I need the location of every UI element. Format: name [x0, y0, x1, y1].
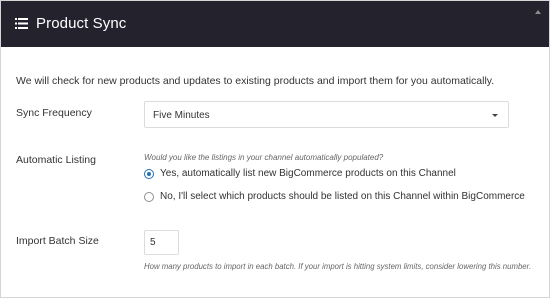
automatic-listing-question: Would you like the listings in your chan…: [144, 153, 384, 162]
intro-text: We will check for new products and updat…: [16, 75, 495, 87]
import-batch-size-hint: How many products to import in each batc…: [144, 262, 532, 271]
radio-yes[interactable]: [144, 169, 154, 179]
product-sync-panel: Product Sync We will check for new produ…: [0, 0, 550, 298]
automatic-listing-label: Automatic Listing: [16, 154, 96, 166]
chevron-down-icon: [492, 114, 498, 117]
panel-title: Product Sync: [36, 15, 127, 32]
sync-frequency-label: Sync Frequency: [16, 107, 92, 119]
list-icon: [15, 18, 28, 29]
radio-yes-label[interactable]: Yes, automatically list new BigCommerce …: [160, 168, 456, 179]
import-batch-size-label: Import Batch Size: [16, 235, 99, 247]
sync-frequency-value: Five Minutes: [153, 110, 210, 121]
triangle-up-icon[interactable]: [535, 10, 541, 14]
panel-header[interactable]: Product Sync: [1, 1, 549, 47]
radio-no-label[interactable]: No, I'll select which products should be…: [160, 191, 525, 202]
radio-no[interactable]: [144, 192, 154, 202]
sync-frequency-select[interactable]: Five Minutes: [144, 101, 509, 128]
import-batch-size-input[interactable]: [144, 230, 179, 255]
